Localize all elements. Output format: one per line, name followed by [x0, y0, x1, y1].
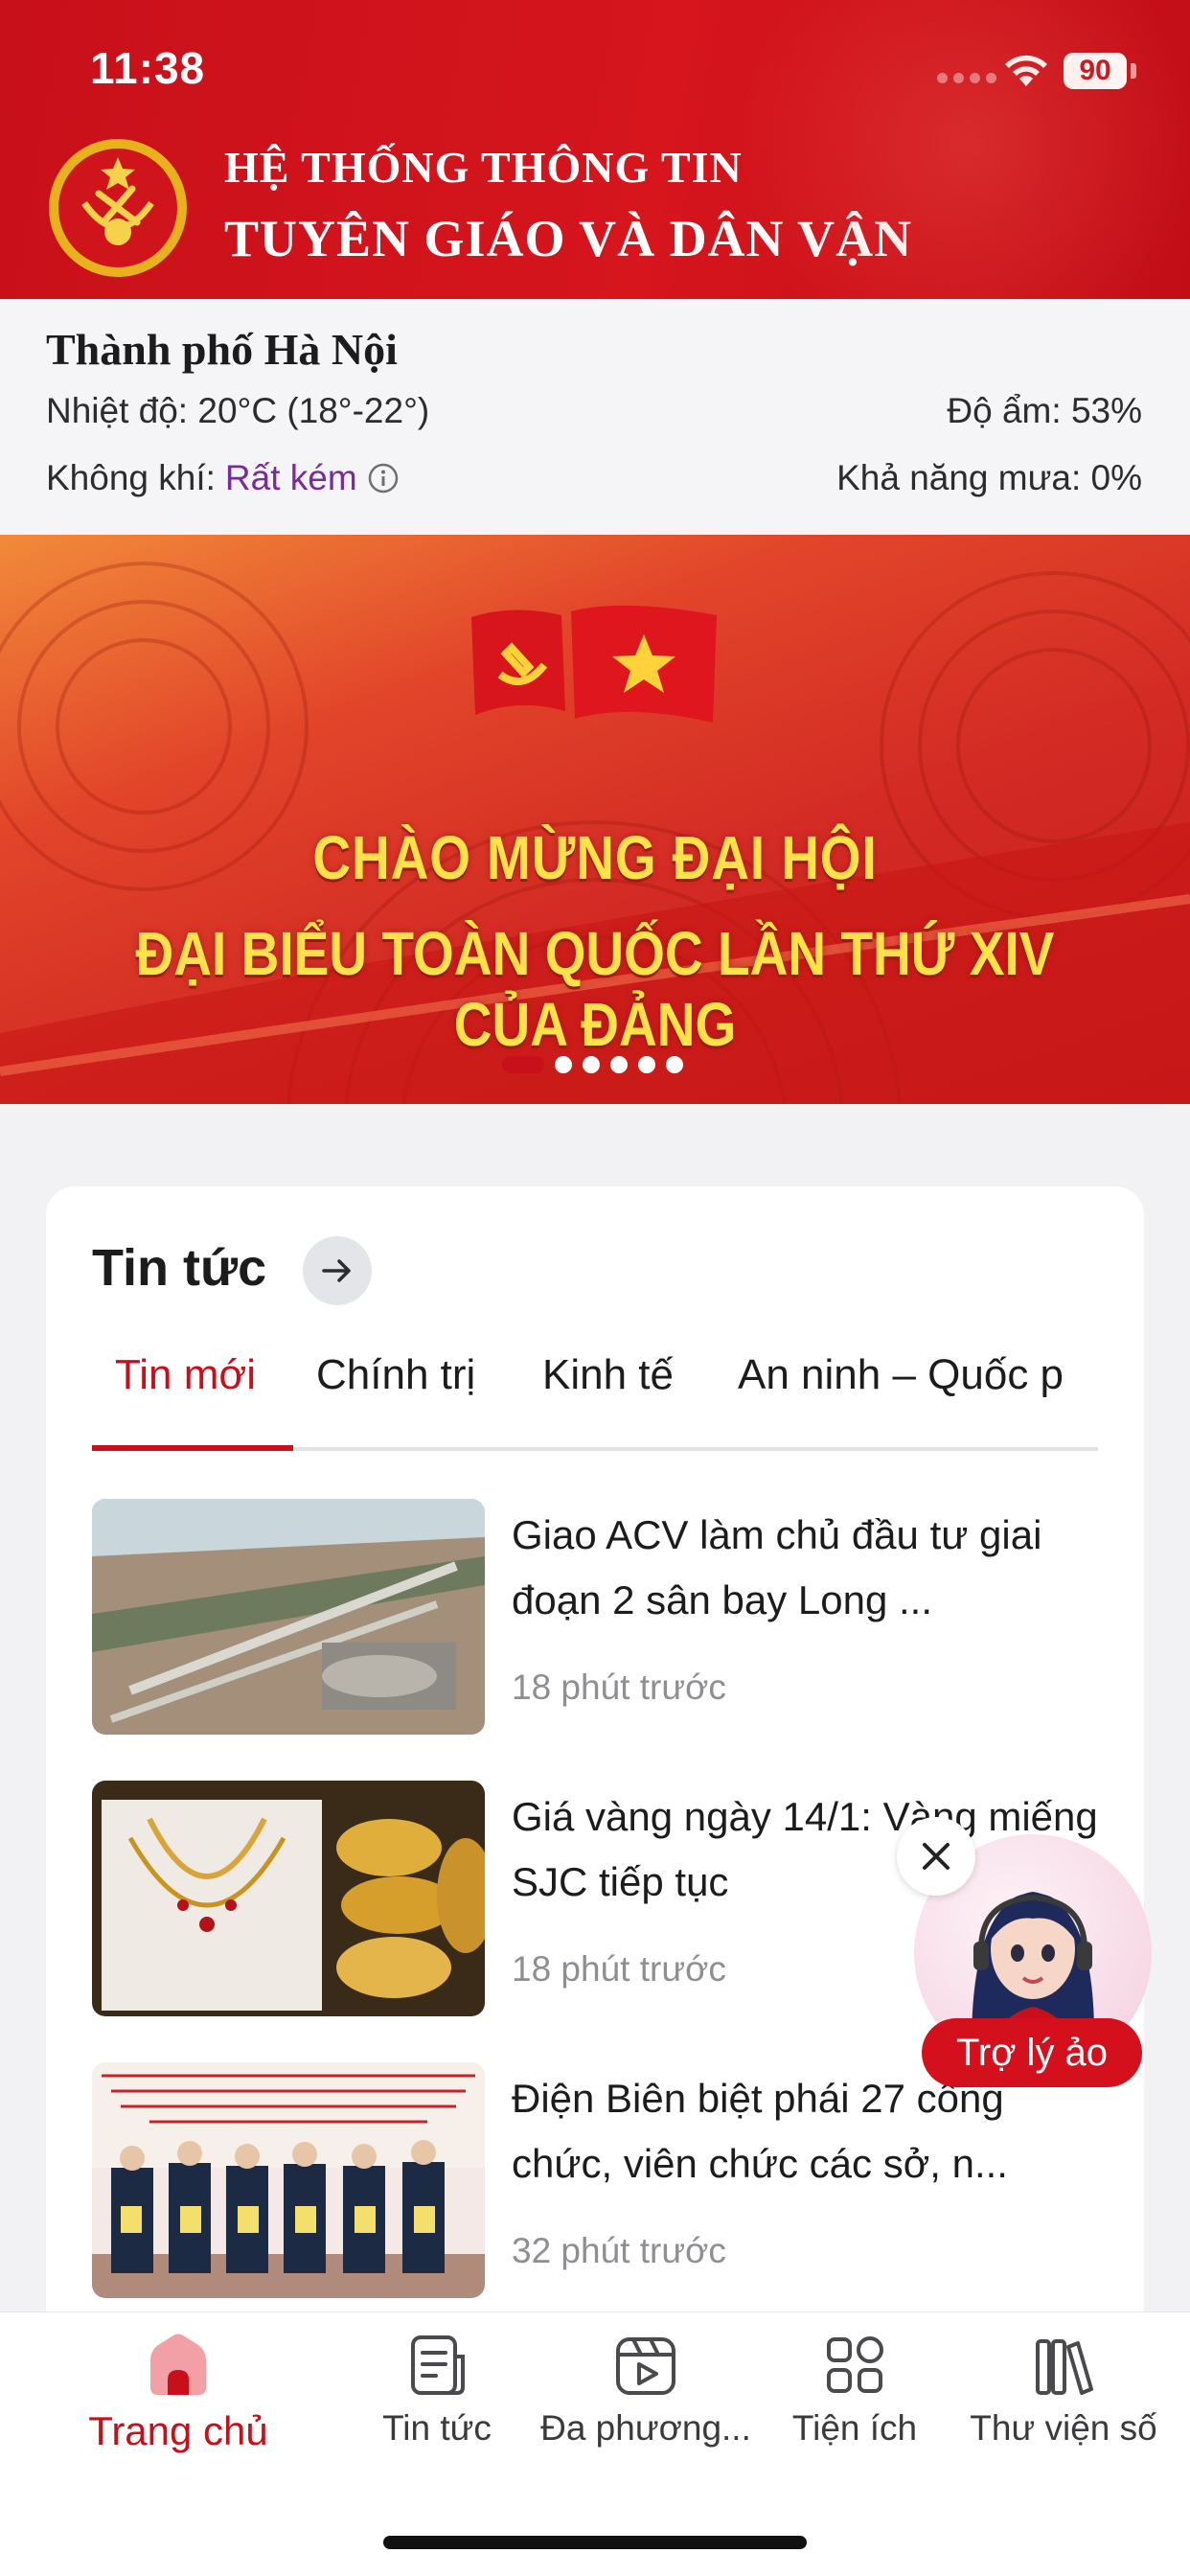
- flags-icon: [471, 605, 717, 723]
- tab-tin-moi[interactable]: Tin mới: [115, 1351, 256, 1399]
- carousel-indicator[interactable]: [502, 1056, 683, 1073]
- news-icon: [411, 2335, 465, 2395]
- news-list-item[interactable]: Giao ACV làm chủ đầu tư giai đoạn 2 sân …: [92, 1499, 1098, 1738]
- air-quality-label: Không khí:: [46, 458, 216, 497]
- virtual-assistant-widget[interactable]: Trợ lý ảo: [897, 1817, 1152, 2095]
- promo-banner[interactable]: CHÀO MỪNG ĐẠI HỘI ĐẠI BIỂU TOÀN QUỐC LẦN…: [0, 535, 1190, 1104]
- banner-headline-2: ĐẠI BIỂU TOÀN QUỐC LẦN THỨ XIV CỦA ĐẢNG: [135, 919, 1055, 1059]
- close-icon: [923, 1843, 950, 1870]
- info-icon[interactable]: [367, 462, 400, 494]
- news-thumbnail-gold: [92, 1781, 485, 2016]
- nav-da-phuong-tien[interactable]: Đa phương...: [540, 2332, 751, 2475]
- header-title-line-2: TUYÊN GIÁO VÀ DÂN VẬN: [224, 210, 913, 267]
- carousel-dot[interactable]: [638, 1056, 655, 1073]
- battery-tip: [1131, 63, 1136, 79]
- media-icon: [616, 2337, 675, 2395]
- wifi-icon: [1005, 55, 1047, 86]
- carousel-dot[interactable]: [555, 1056, 572, 1073]
- news-more-button[interactable]: [303, 1236, 372, 1305]
- air-quality-value: Rất kém: [224, 458, 357, 497]
- nav-label: Đa phương...: [540, 2408, 751, 2448]
- assistant-close-button[interactable]: [897, 1817, 975, 1896]
- news-tabs: Tin mới Chính trị Kinh tế An ninh – Quốc…: [92, 1351, 1098, 1428]
- news-section-title: Tin tức: [92, 1239, 267, 1297]
- carousel-dot[interactable]: [610, 1056, 628, 1073]
- home-indicator[interactable]: [383, 2536, 807, 2549]
- nav-label: Thư viện số: [970, 2408, 1157, 2448]
- tab-an-ninh[interactable]: An ninh – Quốc p: [738, 1351, 1064, 1399]
- active-tab-indicator: [92, 1445, 293, 1451]
- party-emblem-logo: [49, 139, 187, 277]
- status-time: 11:38: [90, 43, 206, 93]
- battery-indicator: 90: [1064, 53, 1127, 89]
- tab-kinh-te[interactable]: Kinh tế: [542, 1351, 674, 1399]
- nav-tien-ich[interactable]: Tiện ích: [749, 2332, 960, 2475]
- weather-air-quality: Không khí: Rất kém: [46, 458, 400, 498]
- weather-panel[interactable]: Thành phố Hà Nội Nhiệt độ: 20°C (18°-22°…: [0, 299, 1190, 535]
- nav-trang-chu[interactable]: Trang chủ: [73, 2332, 284, 2475]
- carousel-dot[interactable]: [666, 1056, 683, 1073]
- home-icon: [150, 2334, 206, 2395]
- app-header: 11:38 90 HỆ THỐNG THÔNG TIN TUYÊN GIÁO V…: [0, 0, 1190, 299]
- news-time: 18 phút trước: [512, 1668, 726, 1707]
- news-list-item[interactable]: Điện Biên biệt phái 27 công chức, viên c…: [92, 2062, 1098, 2302]
- weather-humidity: Độ ẩm: 53%: [947, 391, 1142, 430]
- header-title-line-1: HỆ THỐNG THÔNG TIN: [224, 143, 743, 192]
- cellular-signal-icon: [937, 73, 996, 83]
- nav-thu-vien-so[interactable]: Thư viện số: [958, 2332, 1169, 2475]
- apps-icon: [827, 2336, 883, 2393]
- nav-label: Tiện ích: [791, 2408, 918, 2448]
- carousel-dot[interactable]: [583, 1056, 600, 1073]
- carousel-dot-active[interactable]: [502, 1056, 544, 1073]
- arrow-right-icon: [322, 1259, 351, 1282]
- news-card: Tin tức Tin mới Chính trị Kinh tế An nin…: [46, 1186, 1144, 2432]
- nav-tin-tuc[interactable]: Tin tức: [332, 2332, 542, 2475]
- news-time: 32 phút trước: [512, 2231, 726, 2270]
- nav-label: Trang chủ: [88, 2408, 268, 2453]
- news-time: 18 phút trước: [512, 1949, 726, 1989]
- library-icon: [1036, 2339, 1093, 2395]
- news-thumbnail-ceremony: [92, 2062, 485, 2298]
- tab-chinh-tri[interactable]: Chính trị: [316, 1351, 475, 1399]
- news-thumbnail-airport: [92, 1499, 485, 1735]
- weather-temperature: Nhiệt độ: 20°C (18°-22°): [46, 391, 430, 430]
- weather-rain-chance: Khả năng mưa: 0%: [836, 458, 1142, 497]
- nav-label: Tin tức: [382, 2408, 492, 2448]
- weather-city: Thành phố Hà Nội: [46, 325, 398, 374]
- assistant-label[interactable]: Trợ lý ảo: [922, 2018, 1142, 2087]
- news-title: Giao ACV làm chủ đầu tư giai đoạn 2 sân …: [512, 1512, 1042, 1622]
- banner-headline-1: CHÀO MỪNG ĐẠI HỘI: [312, 823, 878, 892]
